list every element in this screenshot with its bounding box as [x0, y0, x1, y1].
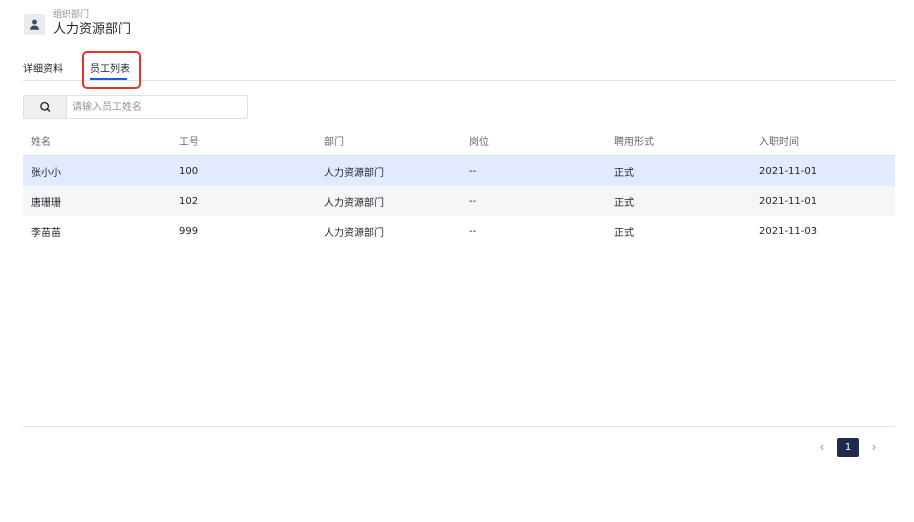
cell-hire-date: 2021-11-03: [759, 225, 818, 237]
cell-department: 人力资源部门: [324, 167, 384, 179]
cell-position: --: [469, 195, 477, 207]
cell-name: 张小小: [31, 167, 61, 179]
search-input[interactable]: [67, 96, 247, 118]
cell-position: --: [469, 165, 477, 177]
column-header-department[interactable]: 部门: [316, 133, 461, 148]
cell-id: 100: [179, 165, 199, 177]
table-header: 姓名 工号 部门 岗位 聘用形式 入职时间: [23, 126, 895, 156]
search-icon: [40, 101, 51, 112]
page-title: 人力资源部门: [53, 22, 132, 37]
cell-name: 唐珊珊: [31, 197, 61, 209]
prev-page-button[interactable]: ‹: [812, 437, 832, 457]
table-row[interactable]: 李苗苗 999 人力资源部门 -- 正式 2021-11-03: [23, 216, 895, 246]
search-button[interactable]: [24, 96, 67, 118]
column-header-name[interactable]: 姓名: [23, 133, 171, 148]
header-subtitle: 组织部门: [53, 10, 90, 20]
cell-department: 人力资源部门: [324, 227, 384, 239]
cell-department: 人力资源部门: [324, 197, 384, 209]
tab-details[interactable]: 详细资料: [23, 60, 63, 75]
user-icon: [24, 13, 45, 35]
cell-employment-type: 正式: [614, 197, 634, 209]
column-header-employment-type[interactable]: 聘用形式: [606, 133, 751, 148]
cell-employment-type: 正式: [614, 167, 634, 179]
column-header-position[interactable]: 岗位: [461, 133, 606, 148]
pagination: ‹ 1 ›: [812, 437, 884, 457]
column-header-id[interactable]: 工号: [171, 133, 316, 148]
search-box: [23, 95, 248, 119]
page-header: 组织部门 人力资源部门: [24, 10, 131, 38]
cell-id: 999: [179, 225, 199, 237]
table-row[interactable]: 唐珊珊 102 人力资源部门 -- 正式 2021-11-01: [23, 186, 895, 216]
employee-table: 姓名 工号 部门 岗位 聘用形式 入职时间 张小小 100 人力资源部门 -- …: [23, 126, 895, 246]
cell-hire-date: 2021-11-01: [759, 195, 818, 207]
page-button-current[interactable]: 1: [837, 437, 859, 457]
next-page-button[interactable]: ›: [864, 437, 884, 457]
cell-name: 李苗苗: [31, 227, 61, 239]
column-header-hire-date[interactable]: 入职时间: [751, 133, 895, 148]
table-row[interactable]: 张小小 100 人力资源部门 -- 正式 2021-11-01: [23, 156, 895, 186]
table-footer-divider: [23, 426, 895, 427]
cell-position: --: [469, 225, 477, 237]
cell-hire-date: 2021-11-01: [759, 165, 818, 177]
highlight-box: [82, 51, 141, 89]
tab-bar: 详细资料 员工列表: [23, 54, 895, 81]
cell-employment-type: 正式: [614, 227, 634, 239]
cell-id: 102: [179, 195, 199, 207]
